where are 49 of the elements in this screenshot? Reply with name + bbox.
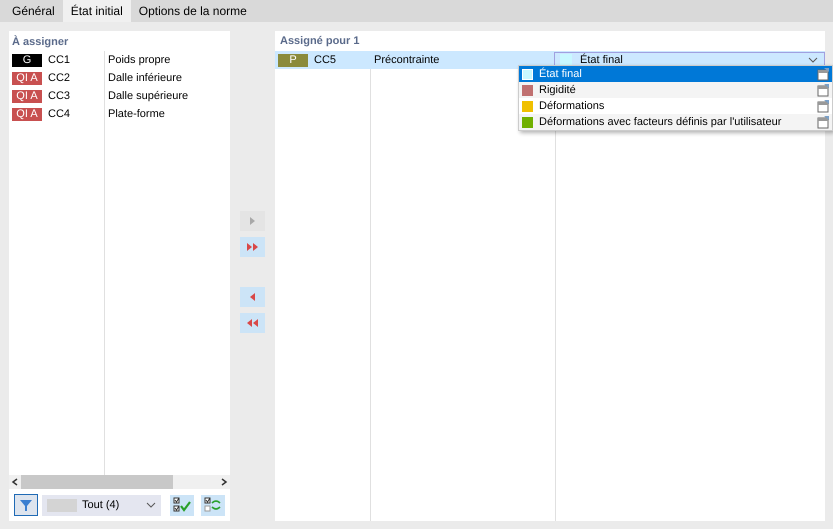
case-code: CC1 (48, 52, 72, 68)
case-description: Plate-forme (108, 106, 165, 122)
state-value: État final (580, 52, 624, 68)
dropdown-option[interactable]: État final (519, 66, 832, 82)
invert-selection-button[interactable] (201, 494, 226, 516)
case-description: Dalle inférieure (108, 70, 182, 86)
arrow-right-icon (250, 217, 255, 225)
option-label: Déformations avec facteurs définis par l'utilisateur (539, 114, 782, 130)
load-badge: QI A (12, 90, 42, 102)
filter-dropdown[interactable]: Tout (4) (42, 494, 162, 516)
dropdown-option[interactable]: Déformations avec facteurs définis par l'utilisateur (519, 114, 832, 130)
filter-value: Tout (4) (82, 498, 120, 513)
panel-title: Assigné pour 1 (279, 34, 360, 49)
clipboard-icon (817, 67, 830, 81)
load-badge: G (12, 54, 42, 66)
case-code: CC3 (48, 88, 72, 104)
load-badge: QI A (12, 108, 42, 120)
panel-title: À assigner (11, 34, 70, 50)
swap-checklist-icon (204, 497, 222, 513)
horizontal-scrollbar[interactable] (9, 475, 230, 489)
transfer-button[interactable] (240, 313, 265, 333)
filter-button[interactable] (14, 494, 38, 516)
case-code: CC2 (48, 70, 72, 86)
checklist-icon (173, 497, 192, 513)
dropdown-option[interactable]: Rigidité (519, 82, 832, 98)
load-badge: P (278, 54, 308, 66)
load-badge: QI A (12, 72, 42, 84)
option-label: État final (539, 66, 583, 82)
clipboard-icon (817, 83, 830, 97)
option-label: Déformations (539, 98, 606, 114)
dropdown-option[interactable]: Déformations (519, 98, 832, 114)
clipboard-icon (817, 99, 830, 113)
case-description: Poids propre (108, 52, 170, 68)
tab[interactable]: État initial (62, 0, 131, 22)
case-code: CC5 (314, 52, 338, 68)
transfer-button[interactable] (240, 287, 265, 307)
case-description: Dalle supérieure (108, 88, 188, 104)
double-arrow-right-icon (247, 243, 258, 251)
transfer-button[interactable] (240, 237, 265, 257)
chevron-down-icon (146, 502, 156, 508)
option-label: Rigidité (539, 82, 577, 98)
select-all-button[interactable] (170, 494, 194, 516)
scrollbar-thumb[interactable] (21, 475, 173, 489)
case-code: CC4 (48, 106, 72, 122)
arrow-left-icon (250, 293, 255, 301)
case-description: Précontrainte (374, 52, 440, 68)
double-arrow-left-icon (247, 319, 258, 327)
filter-icon (19, 498, 33, 512)
chevron-down-icon (808, 57, 818, 63)
